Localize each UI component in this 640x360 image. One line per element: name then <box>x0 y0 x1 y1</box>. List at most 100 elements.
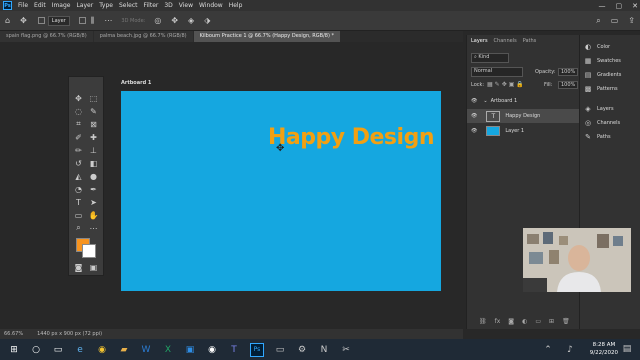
quick-select-tool-icon[interactable]: ✎ <box>87 105 100 117</box>
snip-icon[interactable]: ✂ <box>340 344 352 356</box>
taskbar-clock[interactable]: 8:28 AM 9/22/2020 <box>590 341 618 357</box>
menu-window[interactable]: Window <box>199 2 223 9</box>
chevron-down-icon[interactable]: ⌄ <box>483 98 487 104</box>
healing-brush-tool-icon[interactable]: ✚ <box>87 131 100 143</box>
show-transform-checkbox[interactable] <box>78 17 86 24</box>
tab-layers[interactable]: Layers <box>471 38 488 44</box>
zoom-app-icon[interactable]: ▣ <box>184 344 196 356</box>
delete-layer-icon[interactable]: 🗑 <box>562 318 570 325</box>
word-icon[interactable]: W <box>140 344 152 356</box>
pan-3d-icon[interactable]: ✥ <box>171 16 178 25</box>
maximize-button[interactable]: ▢ <box>616 2 623 10</box>
capture-icon[interactable]: ▭ <box>274 344 286 356</box>
history-brush-tool-icon[interactable]: ↺ <box>72 157 85 169</box>
move-tool-icon[interactable]: ✥ <box>72 92 85 104</box>
menu-edit[interactable]: Edit <box>34 2 46 9</box>
chrome-icon[interactable]: ◉ <box>96 344 108 356</box>
blend-mode-select[interactable]: Normal <box>471 67 523 77</box>
layer-row-happy-design[interactable]: 👁 T Happy Design <box>467 109 579 123</box>
home-icon[interactable]: ⌂ <box>5 16 10 25</box>
path-select-tool-icon[interactable]: ➤ <box>87 196 100 208</box>
tab-kilbourn-practice[interactable]: Kilbourn Practice 1 @ 66.7% (Happy Desig… <box>193 31 340 42</box>
opacity-input[interactable]: 100% <box>558 68 579 76</box>
more-tools-icon[interactable]: ⋯ <box>87 222 100 234</box>
kind-filter-select[interactable]: ⌕ Kind <box>471 53 509 63</box>
dodge-tool-icon[interactable]: ◔ <box>72 183 85 195</box>
search-icon[interactable]: ○ <box>30 344 42 356</box>
zoom-tool-icon[interactable]: ⌕ <box>72 222 85 234</box>
orbit-3d-icon[interactable]: ◎ <box>154 16 161 25</box>
teams-icon[interactable]: T <box>228 344 240 356</box>
paint-bucket-tool-icon[interactable]: ◭ <box>72 170 85 182</box>
workspace-icon[interactable]: ▭ <box>611 16 619 25</box>
search-icon[interactable]: ⌕ <box>596 16 600 26</box>
tab-paths[interactable]: Paths <box>523 38 537 44</box>
settings-icon[interactable]: ⚙ <box>296 344 308 356</box>
media-player-icon[interactable]: ◉ <box>206 344 218 356</box>
frame-tool-icon[interactable]: ⊠ <box>87 118 100 130</box>
blur-tool-icon[interactable]: ● <box>87 170 100 182</box>
scale-3d-icon[interactable]: ⬗ <box>204 16 210 25</box>
pen-tool-icon[interactable]: ✒ <box>87 183 100 195</box>
menu-file[interactable]: File <box>18 2 28 9</box>
menu-type[interactable]: Type <box>99 2 113 9</box>
artboard[interactable] <box>121 91 441 291</box>
file-explorer-icon[interactable]: ▰ <box>118 344 130 356</box>
clone-stamp-tool-icon[interactable]: ⊥ <box>87 144 100 156</box>
excel-icon[interactable]: X <box>162 344 174 356</box>
menu-help[interactable]: Help <box>229 2 243 9</box>
visibility-eye-icon[interactable]: 👁 <box>471 98 477 104</box>
visibility-eye-icon[interactable]: 👁 <box>471 113 477 119</box>
tab-palma-beach[interactable]: palma beach.jpg @ 66.7% (RGB/8) <box>93 31 193 42</box>
layer-style-icon[interactable]: fx <box>495 318 501 325</box>
layer-row-artboard[interactable]: 👁 ⌄ Artboard 1 <box>467 94 579 108</box>
edge-icon[interactable]: e <box>74 344 86 356</box>
move-tool-icon[interactable]: ✥ <box>20 16 27 25</box>
menu-image[interactable]: Image <box>52 2 71 9</box>
brush-tool-icon[interactable]: ✏ <box>72 144 85 156</box>
windows-start-icon[interactable]: ⊞ <box>8 344 20 356</box>
eyedropper-tool-icon[interactable]: ✐ <box>72 131 85 143</box>
lasso-tool-icon[interactable]: ◌ <box>72 105 85 117</box>
marquee-tool-icon[interactable]: ⬚ <box>87 92 100 104</box>
type-tool-icon[interactable]: T <box>72 196 85 208</box>
background-color-swatch[interactable] <box>82 244 96 258</box>
dock-color[interactable]: ◐ Color <box>584 43 610 51</box>
task-view-icon[interactable]: ▭ <box>52 344 64 356</box>
menu-view[interactable]: View <box>179 2 193 9</box>
lock-icons[interactable]: ▦✎✥▣🔒 <box>487 81 526 88</box>
dock-layers[interactable]: ◈ Layers <box>584 105 613 113</box>
close-button[interactable]: ✕ <box>632 2 638 10</box>
align-icon[interactable]: ⫼ <box>91 16 95 26</box>
share-icon[interactable]: ⇪ <box>628 16 635 25</box>
dock-swatches[interactable]: ▦ Swatches <box>584 57 621 65</box>
new-layer-icon[interactable]: ⊞ <box>549 318 554 325</box>
fill-input[interactable]: 100% <box>558 81 579 89</box>
add-mask-icon[interactable]: ◙ <box>508 318 514 325</box>
menu-select[interactable]: Select <box>119 2 138 9</box>
auto-select-target-select[interactable]: Layer <box>47 15 70 26</box>
slide-3d-icon[interactable]: ◈ <box>188 16 194 25</box>
menu-filter[interactable]: Filter <box>144 2 159 9</box>
minimize-button[interactable]: — <box>599 2 606 10</box>
notification-icon[interactable]: ▤ <box>621 343 633 355</box>
adjustment-layer-icon[interactable]: ◐ <box>522 318 527 325</box>
tab-spain-flag[interactable]: spain flag.png @ 66.7% (RGB/8) <box>0 31 93 42</box>
menu-3d[interactable]: 3D <box>164 2 172 9</box>
screen-mode-icon[interactable]: ▣ <box>87 261 100 273</box>
dock-channels[interactable]: ◎ Channels <box>584 119 620 127</box>
link-layers-icon[interactable]: ⛓ <box>479 318 487 325</box>
dock-patterns[interactable]: ▩ Patterns <box>584 85 618 93</box>
hand-tool-icon[interactable]: ✋ <box>87 209 100 221</box>
zoom-level[interactable]: 66.67% <box>4 331 23 337</box>
menu-layer[interactable]: Layer <box>76 2 93 9</box>
headline-text-layer[interactable]: Happy Design <box>268 125 434 150</box>
crop-tool-icon[interactable]: ⌗ <box>72 118 85 130</box>
new-group-icon[interactable]: ▭ <box>535 318 541 325</box>
dock-paths[interactable]: ✎ Paths <box>584 133 611 141</box>
eraser-tool-icon[interactable]: ◧ <box>87 157 100 169</box>
quick-mask-icon[interactable]: ◙ <box>72 261 85 273</box>
onenote-icon[interactable]: N <box>318 344 330 356</box>
tab-channels[interactable]: Channels <box>494 38 517 44</box>
network-icon[interactable]: ⌃ <box>542 344 554 356</box>
